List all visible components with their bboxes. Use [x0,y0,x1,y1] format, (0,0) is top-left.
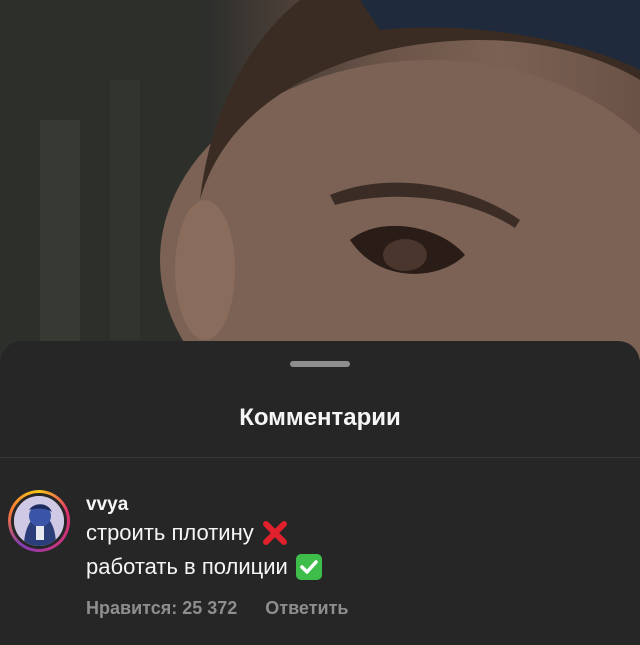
reply-button[interactable]: Ответить [265,598,348,619]
likes-count[interactable]: Нравится: 25 372 [86,598,237,619]
background-photo [0,0,640,360]
check-mark-button-icon [295,554,322,580]
comment-meta: Нравится: 25 372 Ответить [86,598,348,619]
sheet-title: Комментарии [239,404,401,431]
comments-sheet: Комментарии vvya строить плотину работат… [0,341,640,645]
comment-text: строить плотину [86,520,254,545]
comment-text: работать в полиции [86,554,288,579]
avatar[interactable] [8,490,70,552]
comment-text-line-2: работать в полиции [86,554,322,580]
comment-username[interactable]: vvya [86,494,128,516]
sheet-grabber-handle[interactable] [290,361,350,367]
comment-item: vvya строить плотину работать в полиции [0,458,640,645]
cross-mark-icon [262,520,288,546]
screen: Комментарии vvya строить плотину работат… [0,0,640,645]
comment-text-line-1: строить плотину [86,520,288,546]
avatar-image [14,496,64,546]
